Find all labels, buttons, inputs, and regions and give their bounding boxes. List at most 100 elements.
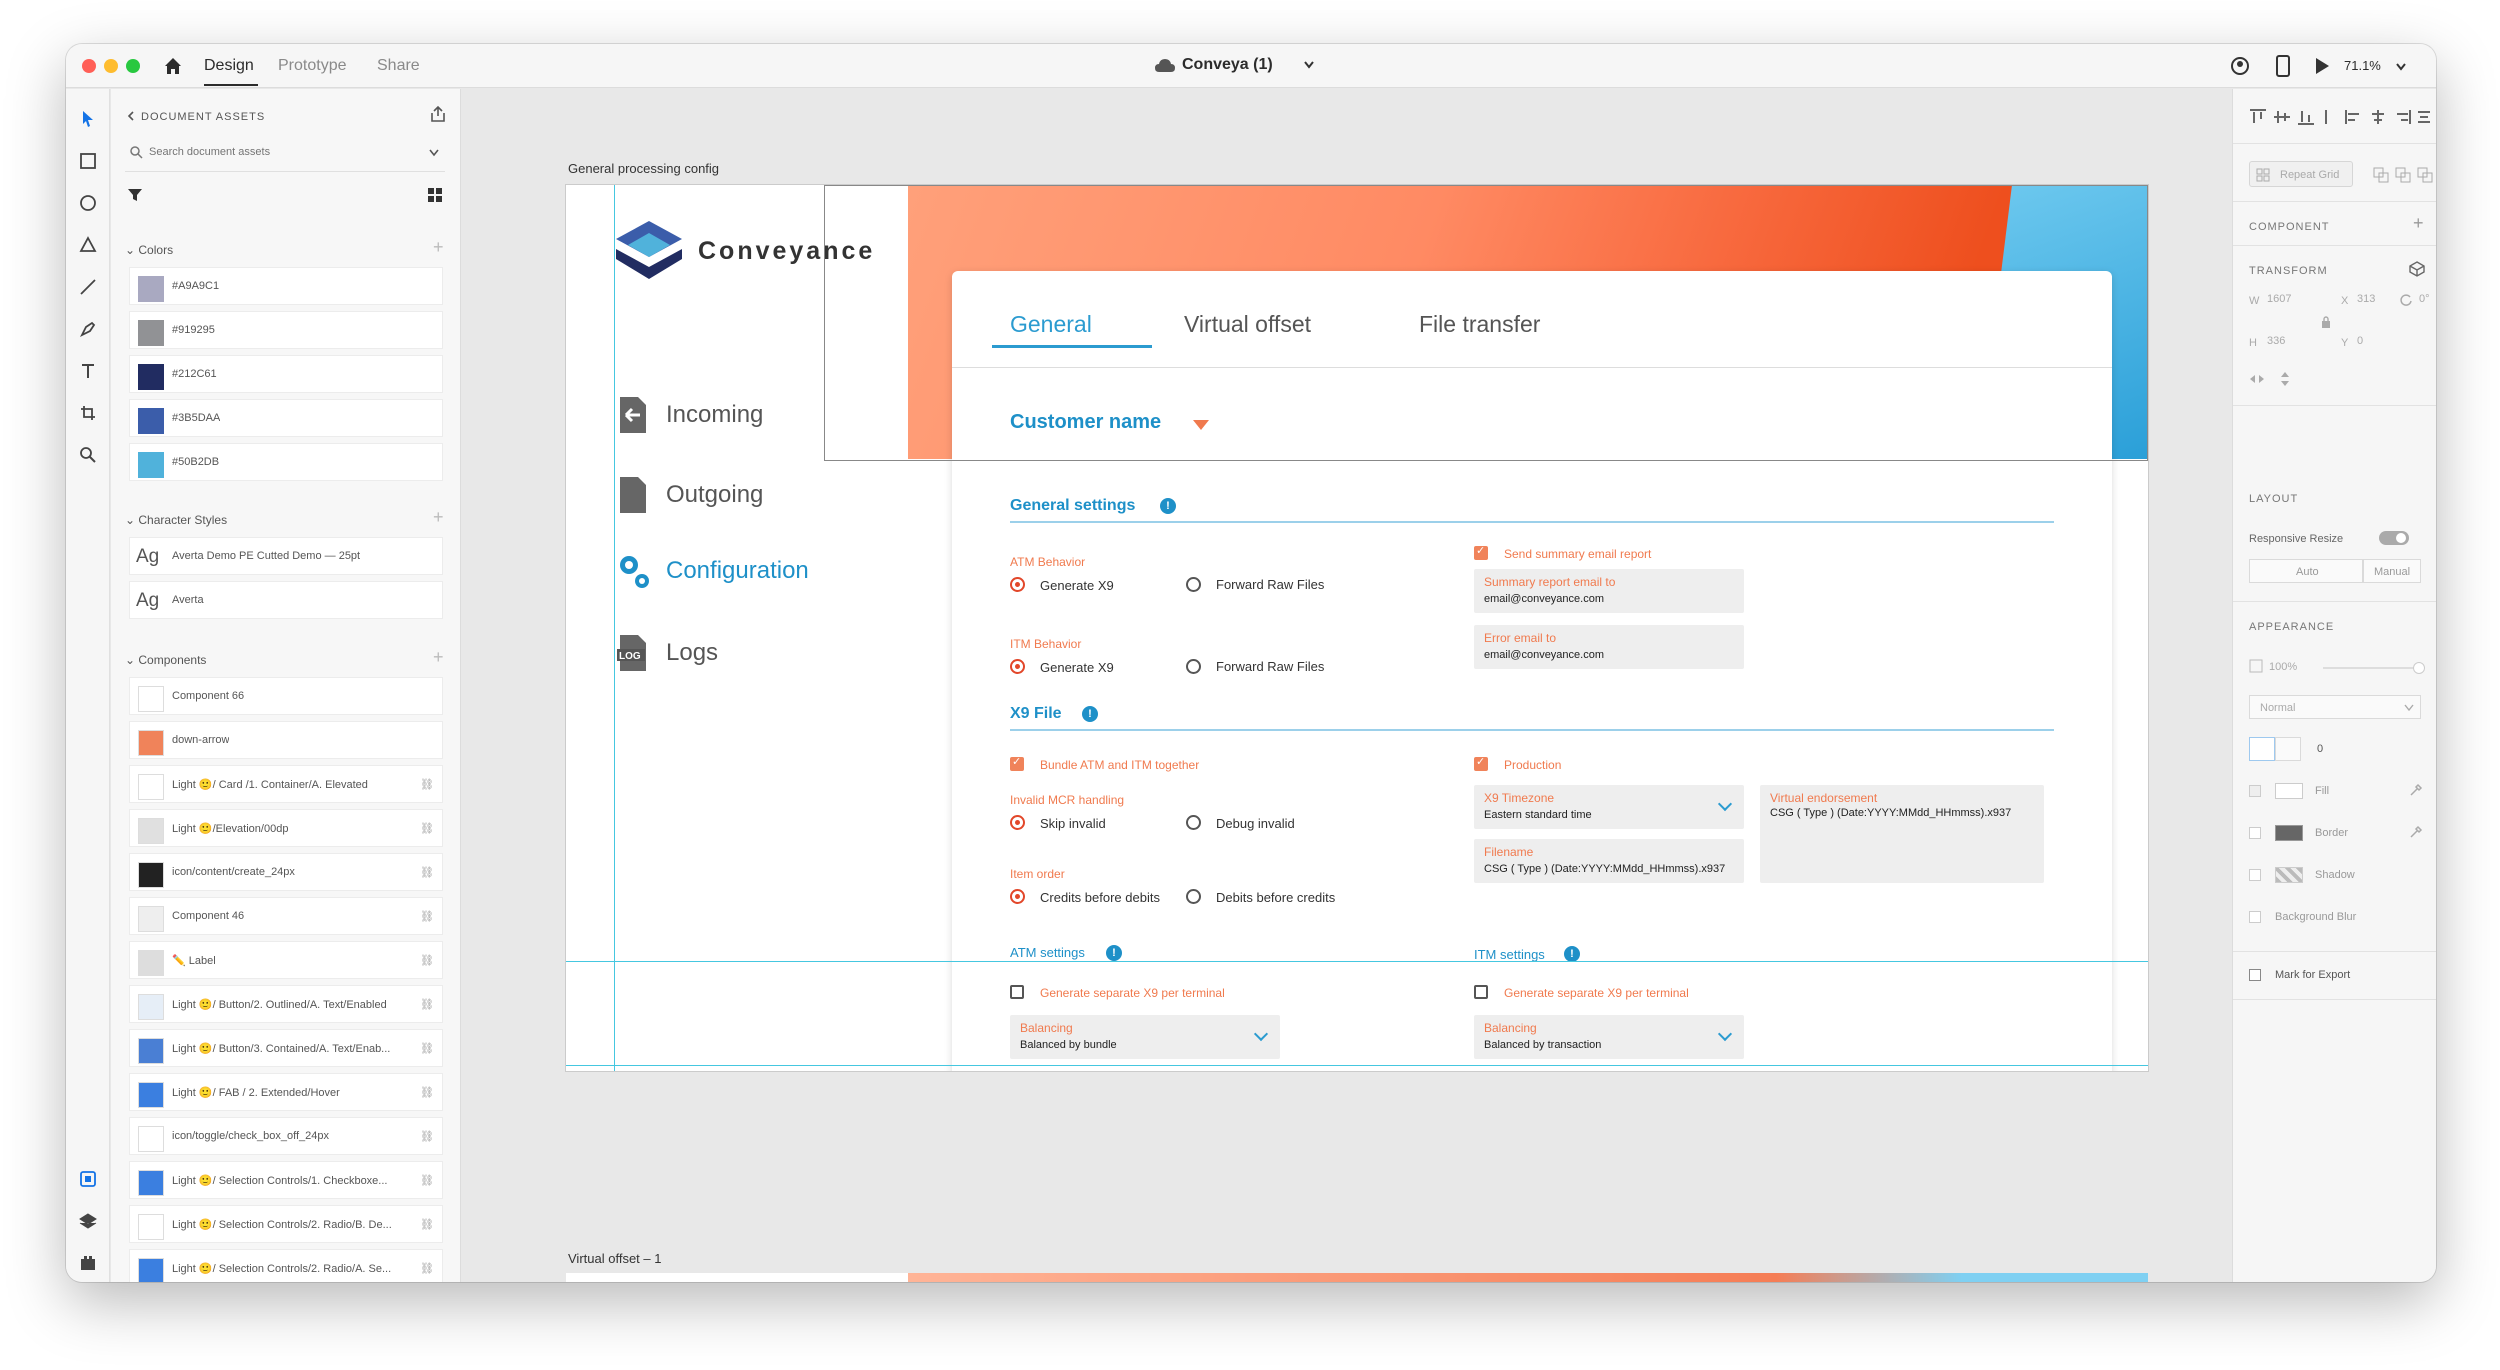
artboard-2[interactable] bbox=[566, 1273, 2148, 1282]
border-checkbox[interactable] bbox=[2249, 827, 2261, 839]
char-styles-section-title[interactable]: ⌄ Character Styles bbox=[125, 513, 227, 527]
opacity-field[interactable]: 100% bbox=[2269, 661, 2297, 673]
border-swatch[interactable] bbox=[2275, 825, 2303, 841]
export-checkbox[interactable] bbox=[2249, 969, 2261, 981]
char-style-item[interactable]: Ag Averta Demo PE Cutted Demo — 25pt bbox=[129, 537, 443, 575]
customer-name-select[interactable]: Customer name bbox=[1010, 411, 1161, 434]
canvas-artboard-label[interactable]: General processing config bbox=[568, 161, 719, 176]
color-swatch-item[interactable]: #A9A9C1 bbox=[129, 267, 443, 305]
tab-design[interactable]: Design bbox=[204, 57, 254, 75]
manual-button[interactable]: Manual bbox=[2363, 559, 2421, 583]
align-center-icon[interactable] bbox=[2369, 109, 2387, 125]
shadow-checkbox[interactable] bbox=[2249, 869, 2261, 881]
tab-virtual-offset[interactable]: Virtual offset bbox=[1184, 311, 1311, 338]
info-icon[interactable]: ! bbox=[1082, 706, 1098, 722]
filename-field[interactable]: Filename CSG ( Type ) (Date:YYYY:MMdd_HH… bbox=[1474, 839, 1744, 883]
artboard2-label[interactable]: Virtual offset – 1 bbox=[568, 1251, 661, 1266]
tab-file-transfer[interactable]: File transfer bbox=[1419, 311, 1540, 338]
artboard[interactable]: Conveyance Incoming Outgoing Configuration… bbox=[566, 185, 2148, 1071]
eyedropper-icon[interactable] bbox=[2409, 783, 2423, 797]
color-swatch-item[interactable]: #3B5DAA bbox=[129, 399, 443, 437]
dropdown-arrow-icon[interactable] bbox=[1192, 419, 1210, 431]
user-feedback-icon[interactable] bbox=[2230, 56, 2250, 76]
width-field[interactable]: 1607 bbox=[2267, 293, 2291, 305]
home-icon[interactable] bbox=[162, 55, 184, 77]
align-right-icon[interactable] bbox=[2393, 109, 2411, 125]
colors-section-title[interactable]: ⌄ Colors bbox=[125, 243, 173, 257]
info-icon[interactable]: ! bbox=[1106, 945, 1122, 961]
production-checkbox[interactable] bbox=[1474, 755, 1488, 771]
device-preview-icon[interactable] bbox=[2276, 55, 2290, 77]
blend-mode-select[interactable]: Normal bbox=[2249, 695, 2421, 719]
ellipse-tool-icon[interactable] bbox=[78, 193, 98, 213]
itm-separate-x9-checkbox[interactable] bbox=[1474, 985, 1488, 999]
char-style-item[interactable]: Ag Averta bbox=[129, 581, 443, 619]
fill-swatch[interactable] bbox=[2275, 783, 2303, 799]
tab-general[interactable]: General bbox=[1010, 311, 1092, 338]
components-section-title[interactable]: ⌄ Components bbox=[125, 653, 206, 667]
tab-prototype[interactable]: Prototype bbox=[278, 57, 346, 75]
share-icon[interactable] bbox=[429, 105, 447, 123]
send-summary-checkbox[interactable] bbox=[1474, 544, 1488, 560]
distribute-horizontal-icon[interactable] bbox=[2417, 109, 2431, 125]
text-tool-icon[interactable] bbox=[78, 361, 98, 381]
component-item[interactable]: Light 🙂/ Selection Controls/1. Checkboxe… bbox=[129, 1161, 443, 1199]
layers-icon[interactable] bbox=[78, 1211, 98, 1231]
boolean-add-icon[interactable] bbox=[2373, 167, 2389, 183]
rotate-icon[interactable] bbox=[2399, 293, 2413, 307]
component-item[interactable]: icon/toggle/check_box_off_24px ⛓ bbox=[129, 1117, 443, 1155]
responsive-resize-toggle[interactable] bbox=[2379, 531, 2409, 545]
bundle-checkbox[interactable] bbox=[1010, 755, 1024, 771]
itm-forward-raw-radio[interactable] bbox=[1186, 659, 1201, 674]
search-assets-input[interactable] bbox=[149, 141, 419, 163]
tab-share[interactable]: Share bbox=[377, 57, 420, 75]
virtual-endorsement-field[interactable]: Virtual endorsement CSG ( Type ) (Date:Y… bbox=[1760, 785, 2044, 883]
debits-first-radio[interactable] bbox=[1186, 889, 1201, 904]
add-component-button[interactable]: + bbox=[433, 647, 444, 668]
radius-field[interactable]: 0 bbox=[2317, 743, 2323, 755]
flip-vertical-icon[interactable] bbox=[2279, 371, 2291, 387]
rotation-field[interactable]: 0° bbox=[2419, 293, 2430, 305]
plugins-icon[interactable] bbox=[78, 1253, 98, 1273]
lock-icon[interactable] bbox=[2321, 315, 2331, 329]
skip-invalid-radio[interactable] bbox=[1010, 815, 1025, 830]
chevron-down-icon[interactable] bbox=[2396, 63, 2406, 71]
design-canvas[interactable]: General processing config Conveyance Inc… bbox=[462, 89, 2232, 1282]
chevron-down-icon[interactable] bbox=[1304, 61, 1314, 69]
line-tool-icon[interactable] bbox=[78, 277, 98, 297]
color-swatch-item[interactable]: #50B2DB bbox=[129, 443, 443, 481]
component-item[interactable]: icon/content/create_24px ⛓ bbox=[129, 853, 443, 891]
artboard-tool-icon[interactable] bbox=[78, 403, 98, 423]
component-item[interactable]: down-arrow bbox=[129, 721, 443, 759]
component-item[interactable]: Light 🙂/ Button/3. Contained/A. Text/Ena… bbox=[129, 1029, 443, 1067]
polygon-tool-icon[interactable] bbox=[78, 235, 98, 255]
component-item[interactable]: Light 🙂/ Button/2. Outlined/A. Text/Enab… bbox=[129, 985, 443, 1023]
atm-forward-raw-radio[interactable] bbox=[1186, 577, 1201, 592]
select-arrow-icon[interactable] bbox=[78, 109, 98, 129]
component-item[interactable]: Light 🙂/ Card /1. Container/A. Elevated ⛓ bbox=[129, 765, 443, 803]
debug-invalid-radio[interactable] bbox=[1186, 815, 1201, 830]
summary-email-field[interactable]: Summary report email to email@conveyance… bbox=[1474, 569, 1744, 613]
eyedropper-icon[interactable] bbox=[2409, 825, 2423, 839]
minimize-window-button[interactable] bbox=[104, 59, 118, 73]
component-item[interactable]: Light 🙂/ Selection Controls/2. Radio/B. … bbox=[129, 1205, 443, 1243]
radius-each-button[interactable] bbox=[2275, 737, 2301, 761]
opacity-slider[interactable] bbox=[2323, 662, 2425, 674]
x-field[interactable]: 313 bbox=[2357, 293, 2375, 305]
blur-checkbox[interactable] bbox=[2249, 911, 2261, 923]
boolean-intersect-icon[interactable] bbox=[2417, 167, 2433, 183]
fill-checkbox[interactable] bbox=[2249, 785, 2261, 797]
align-top-icon[interactable] bbox=[2249, 109, 2267, 125]
boolean-subtract-icon[interactable] bbox=[2395, 167, 2411, 183]
pen-tool-icon[interactable] bbox=[78, 319, 98, 339]
shadow-swatch[interactable] bbox=[2275, 867, 2303, 883]
component-item[interactable]: Light 🙂/ Selection Controls/2. Radio/A. … bbox=[129, 1249, 443, 1282]
error-email-field[interactable]: Error email to email@conveyance.com bbox=[1474, 625, 1744, 669]
assets-panel-icon[interactable] bbox=[78, 1169, 98, 1189]
document-title[interactable]: Conveya (1) bbox=[1182, 56, 1273, 74]
component-item[interactable]: Component 66 bbox=[129, 677, 443, 715]
info-icon[interactable]: ! bbox=[1564, 946, 1580, 962]
atm-balancing-select[interactable]: Balancing Balanced by bundle bbox=[1010, 1015, 1280, 1059]
height-field[interactable]: 336 bbox=[2267, 335, 2285, 347]
component-item[interactable]: Light 🙂/Elevation/00dp ⛓ bbox=[129, 809, 443, 847]
